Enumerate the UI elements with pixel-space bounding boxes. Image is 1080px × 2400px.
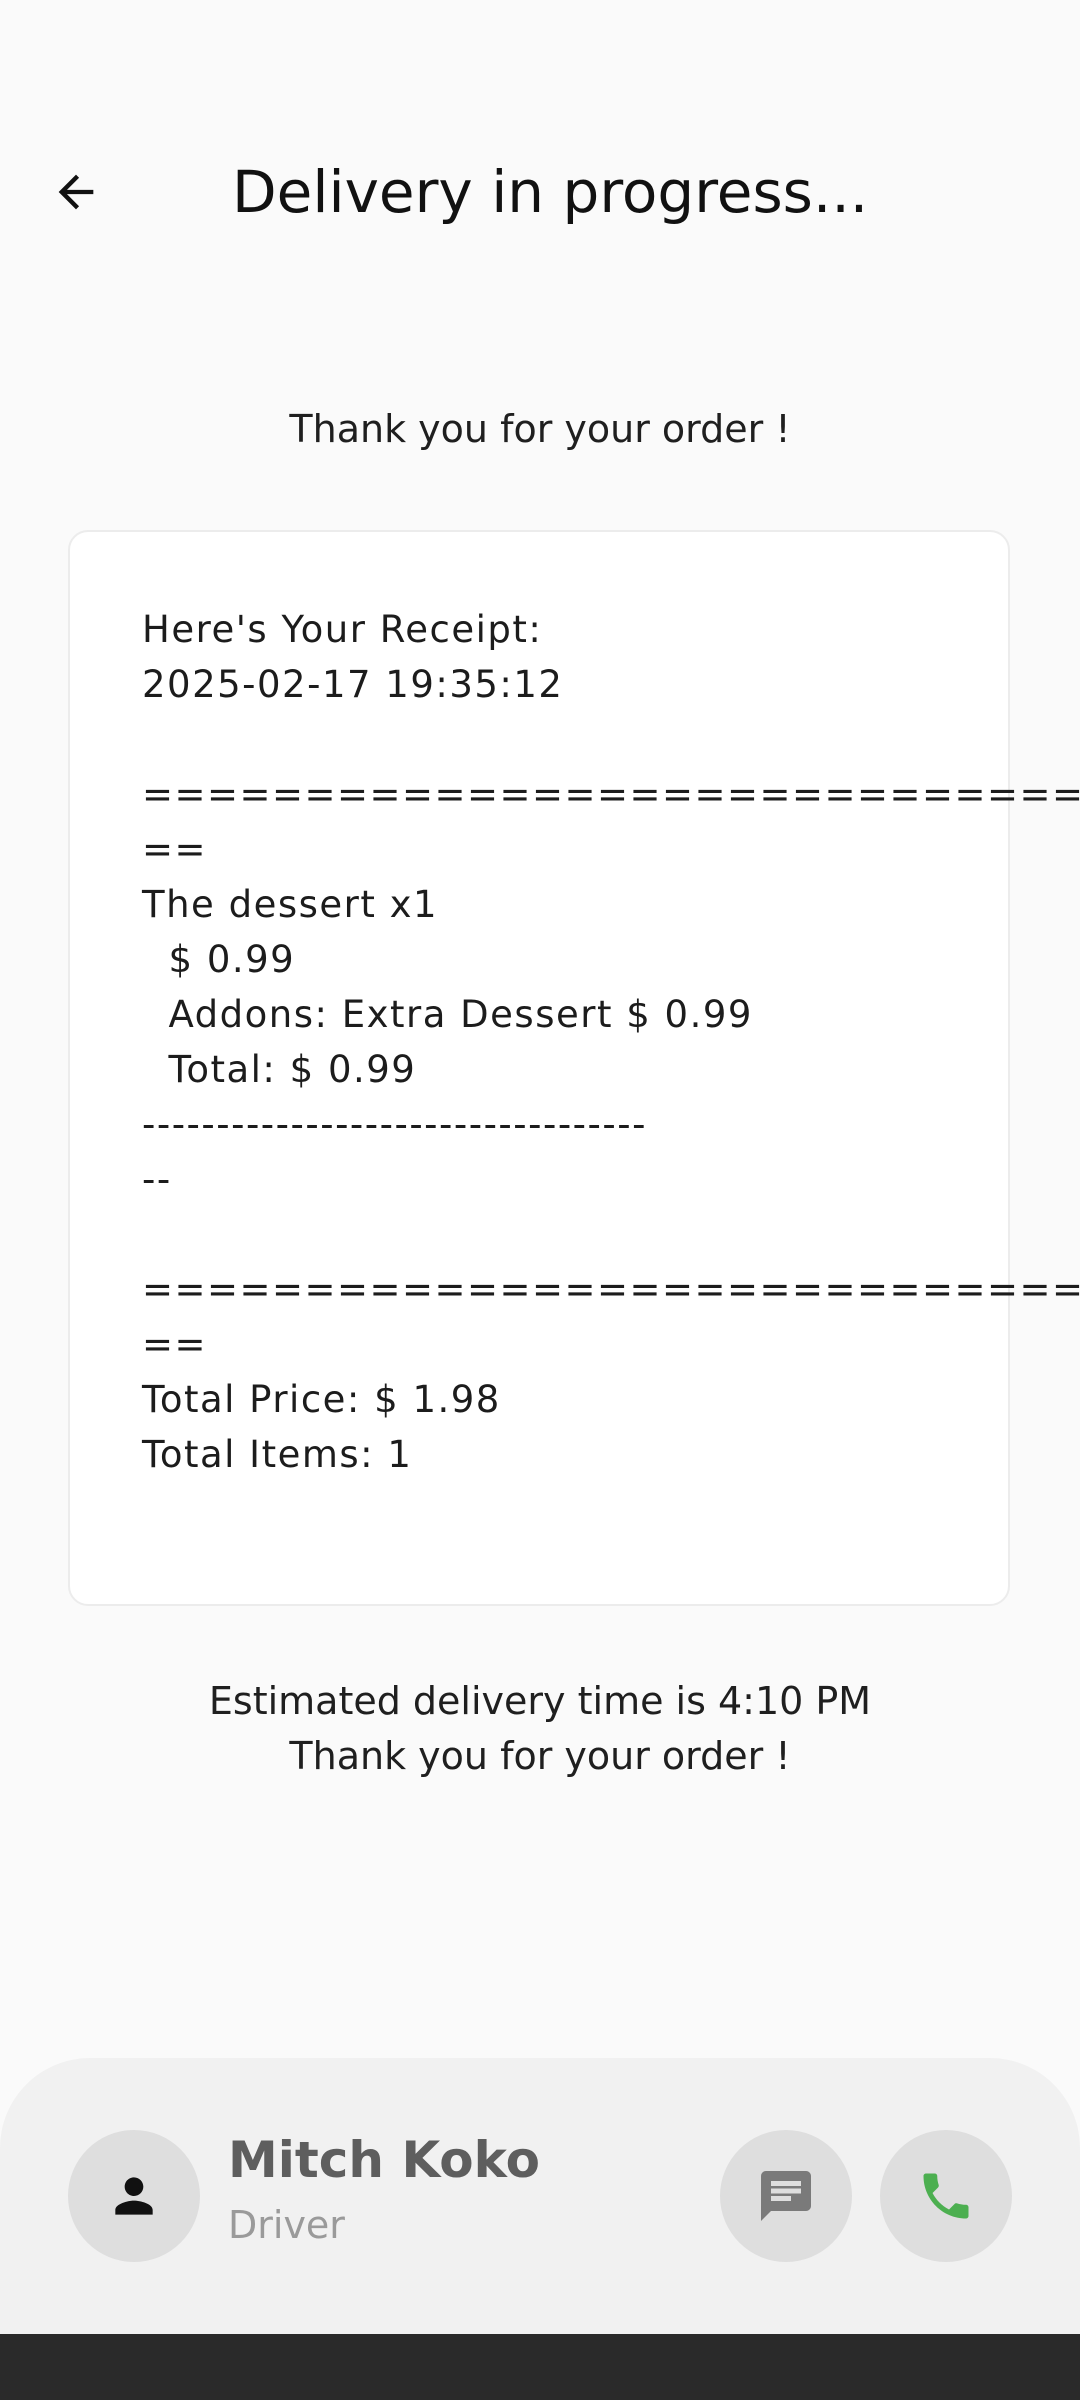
- eta-line: Estimated delivery time is 4:10 PM: [208, 1679, 872, 1723]
- driver-role: Driver: [228, 2203, 345, 2247]
- driver-panel: Mitch Koko Driver: [0, 2058, 1080, 2334]
- driver-name: Mitch Koko: [228, 2131, 540, 2189]
- eta-thanks-line: Thank you for your order !: [289, 1734, 791, 1778]
- delivery-screen: Delivery in progress... Thank you for yo…: [0, 0, 1080, 2400]
- call-driver-button[interactable]: [880, 2130, 1012, 2262]
- thank-you-heading: Thank you for your order !: [289, 407, 791, 451]
- back-button[interactable]: [34, 150, 118, 234]
- driver-avatar: [68, 2130, 200, 2262]
- eta-message: Estimated delivery time is 4:10 PM Thank…: [0, 1674, 1080, 1784]
- phone-icon: [923, 2173, 969, 2219]
- receipt-text: Here's Your Receipt: 2025-02-17 19:35:12…: [142, 608, 1080, 1476]
- app-bar: Delivery in progress...: [0, 120, 1080, 260]
- page-title: Delivery in progress...: [232, 158, 869, 226]
- chat-icon: [761, 2171, 811, 2221]
- message-driver-button[interactable]: [720, 2130, 852, 2262]
- person-icon: [115, 2177, 153, 2215]
- arrow-left-icon: [58, 174, 94, 210]
- receipt-card: Here's Your Receipt: 2025-02-17 19:35:12…: [68, 530, 1080, 1606]
- system-navigation-bar: [0, 2334, 1080, 2400]
